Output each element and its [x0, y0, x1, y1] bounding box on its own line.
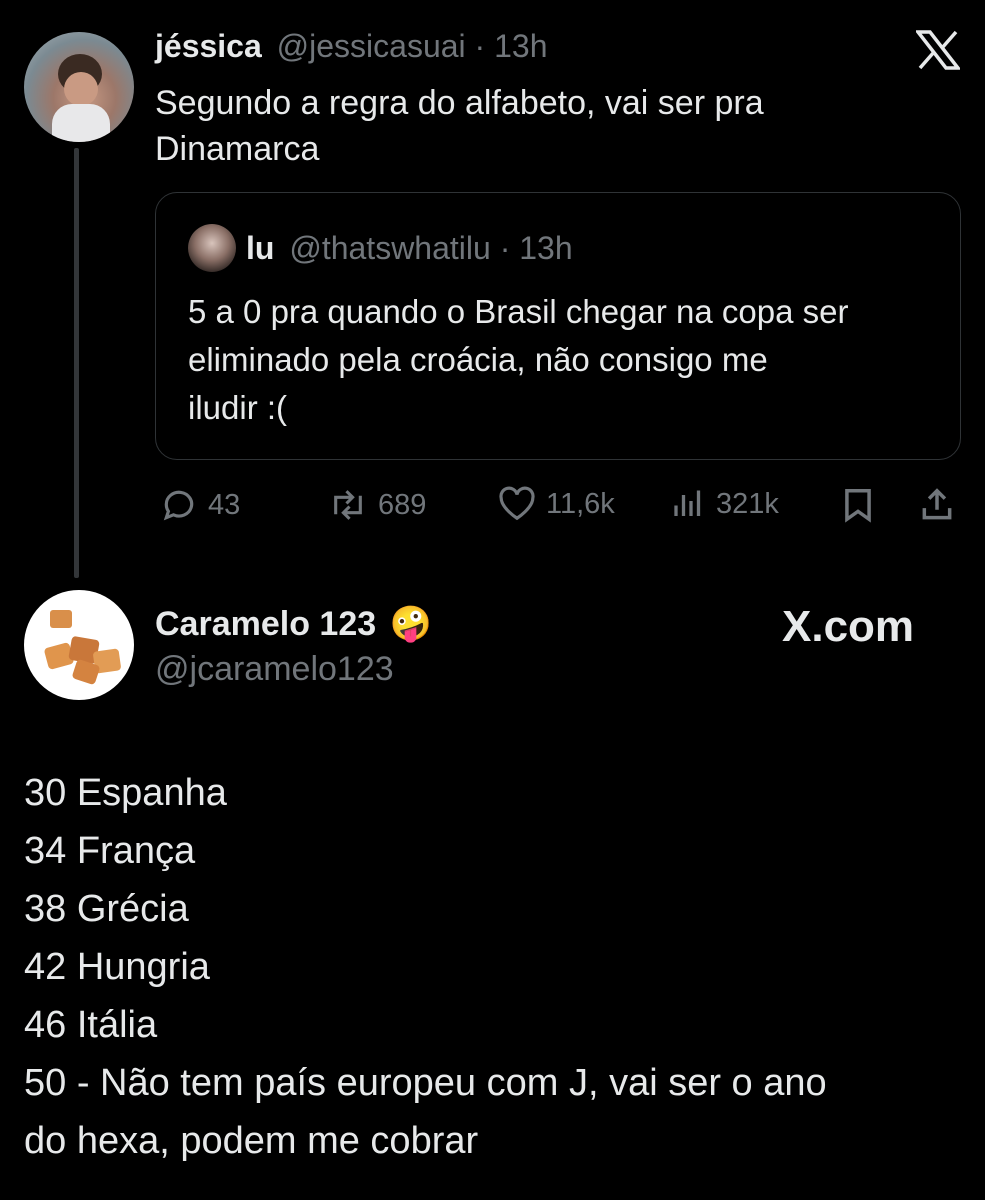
post-author-name[interactable]: jéssica	[155, 28, 262, 64]
share-button[interactable]	[918, 486, 956, 524]
reply-count: 43	[208, 488, 241, 521]
reply-author-header: Caramelo 123 🤪	[155, 604, 432, 644]
reply-text-line: 46 Itália	[24, 1004, 158, 1046]
lu-avatar[interactable]	[188, 224, 236, 272]
reply-author-handle[interactable]: @jcaramelo123	[155, 650, 394, 689]
bookmark-button[interactable]	[840, 486, 876, 524]
repost-count: 689	[378, 488, 427, 521]
quote-text-line: 5 a 0 pra quando o Brasil chegar na copa…	[188, 293, 849, 330]
views-count: 321k	[716, 487, 779, 520]
reply-text-line: do hexa, podem me cobrar	[24, 1120, 479, 1162]
like-count: 11,6k	[546, 487, 615, 520]
reply-text-line: 30 Espanha	[24, 772, 227, 814]
reply-text-line: 34 França	[24, 830, 196, 872]
quote-text: 5 a 0 pra quando o Brasil chegar na copa…	[188, 288, 848, 432]
reply-author-name[interactable]: Caramelo 123	[155, 605, 376, 643]
post-header: jéssica @jessicasuai · 13h	[155, 28, 547, 65]
thread-connector-line	[74, 148, 79, 578]
post-text: Segundo a regra do alfabeto, vai ser pra…	[155, 80, 764, 172]
post-time[interactable]: 13h	[494, 28, 547, 64]
reply-text-line: 50 - Não tem país europeu com J, vai ser…	[24, 1062, 827, 1104]
post-author-handle[interactable]: @jessicasuai	[277, 28, 466, 64]
quote-text-line: iludir :(	[188, 389, 288, 426]
like-icon	[498, 486, 536, 522]
quote-separator: ·	[499, 230, 511, 266]
jessica-avatar[interactable]	[24, 32, 134, 142]
post-separator: ·	[474, 28, 486, 64]
caramelo-avatar[interactable]	[24, 590, 134, 700]
reply-icon	[160, 486, 198, 524]
x-logo-icon[interactable]	[914, 30, 962, 70]
repost-button[interactable]: 689	[328, 486, 426, 524]
like-button[interactable]: 11,6k	[498, 486, 615, 522]
x-com-watermark: X.com	[782, 602, 915, 651]
views-button[interactable]: 321k	[670, 486, 779, 522]
views-icon	[670, 486, 706, 522]
reply-text-line: 42 Hungria	[24, 946, 210, 988]
reply-button[interactable]: 43	[160, 486, 240, 524]
repost-icon	[328, 486, 368, 524]
post-text-line: Dinamarca	[155, 130, 320, 168]
quote-time[interactable]: 13h	[519, 230, 572, 266]
quote-author-name[interactable]: lu	[246, 230, 274, 266]
quote-author-handle[interactable]: @thatswhatilu	[289, 230, 490, 266]
reply-text-line: 38 Grécia	[24, 888, 189, 930]
post-text-line: Segundo a regra do alfabeto, vai ser pra	[155, 84, 764, 122]
share-icon	[918, 486, 956, 524]
bookmark-icon	[840, 486, 876, 524]
zany-face-emoji: 🤪	[389, 605, 432, 643]
quote-header: lu @thatswhatilu · 13h	[246, 230, 573, 267]
quote-text-line: eliminado pela croácia, não consigo me	[188, 341, 768, 378]
